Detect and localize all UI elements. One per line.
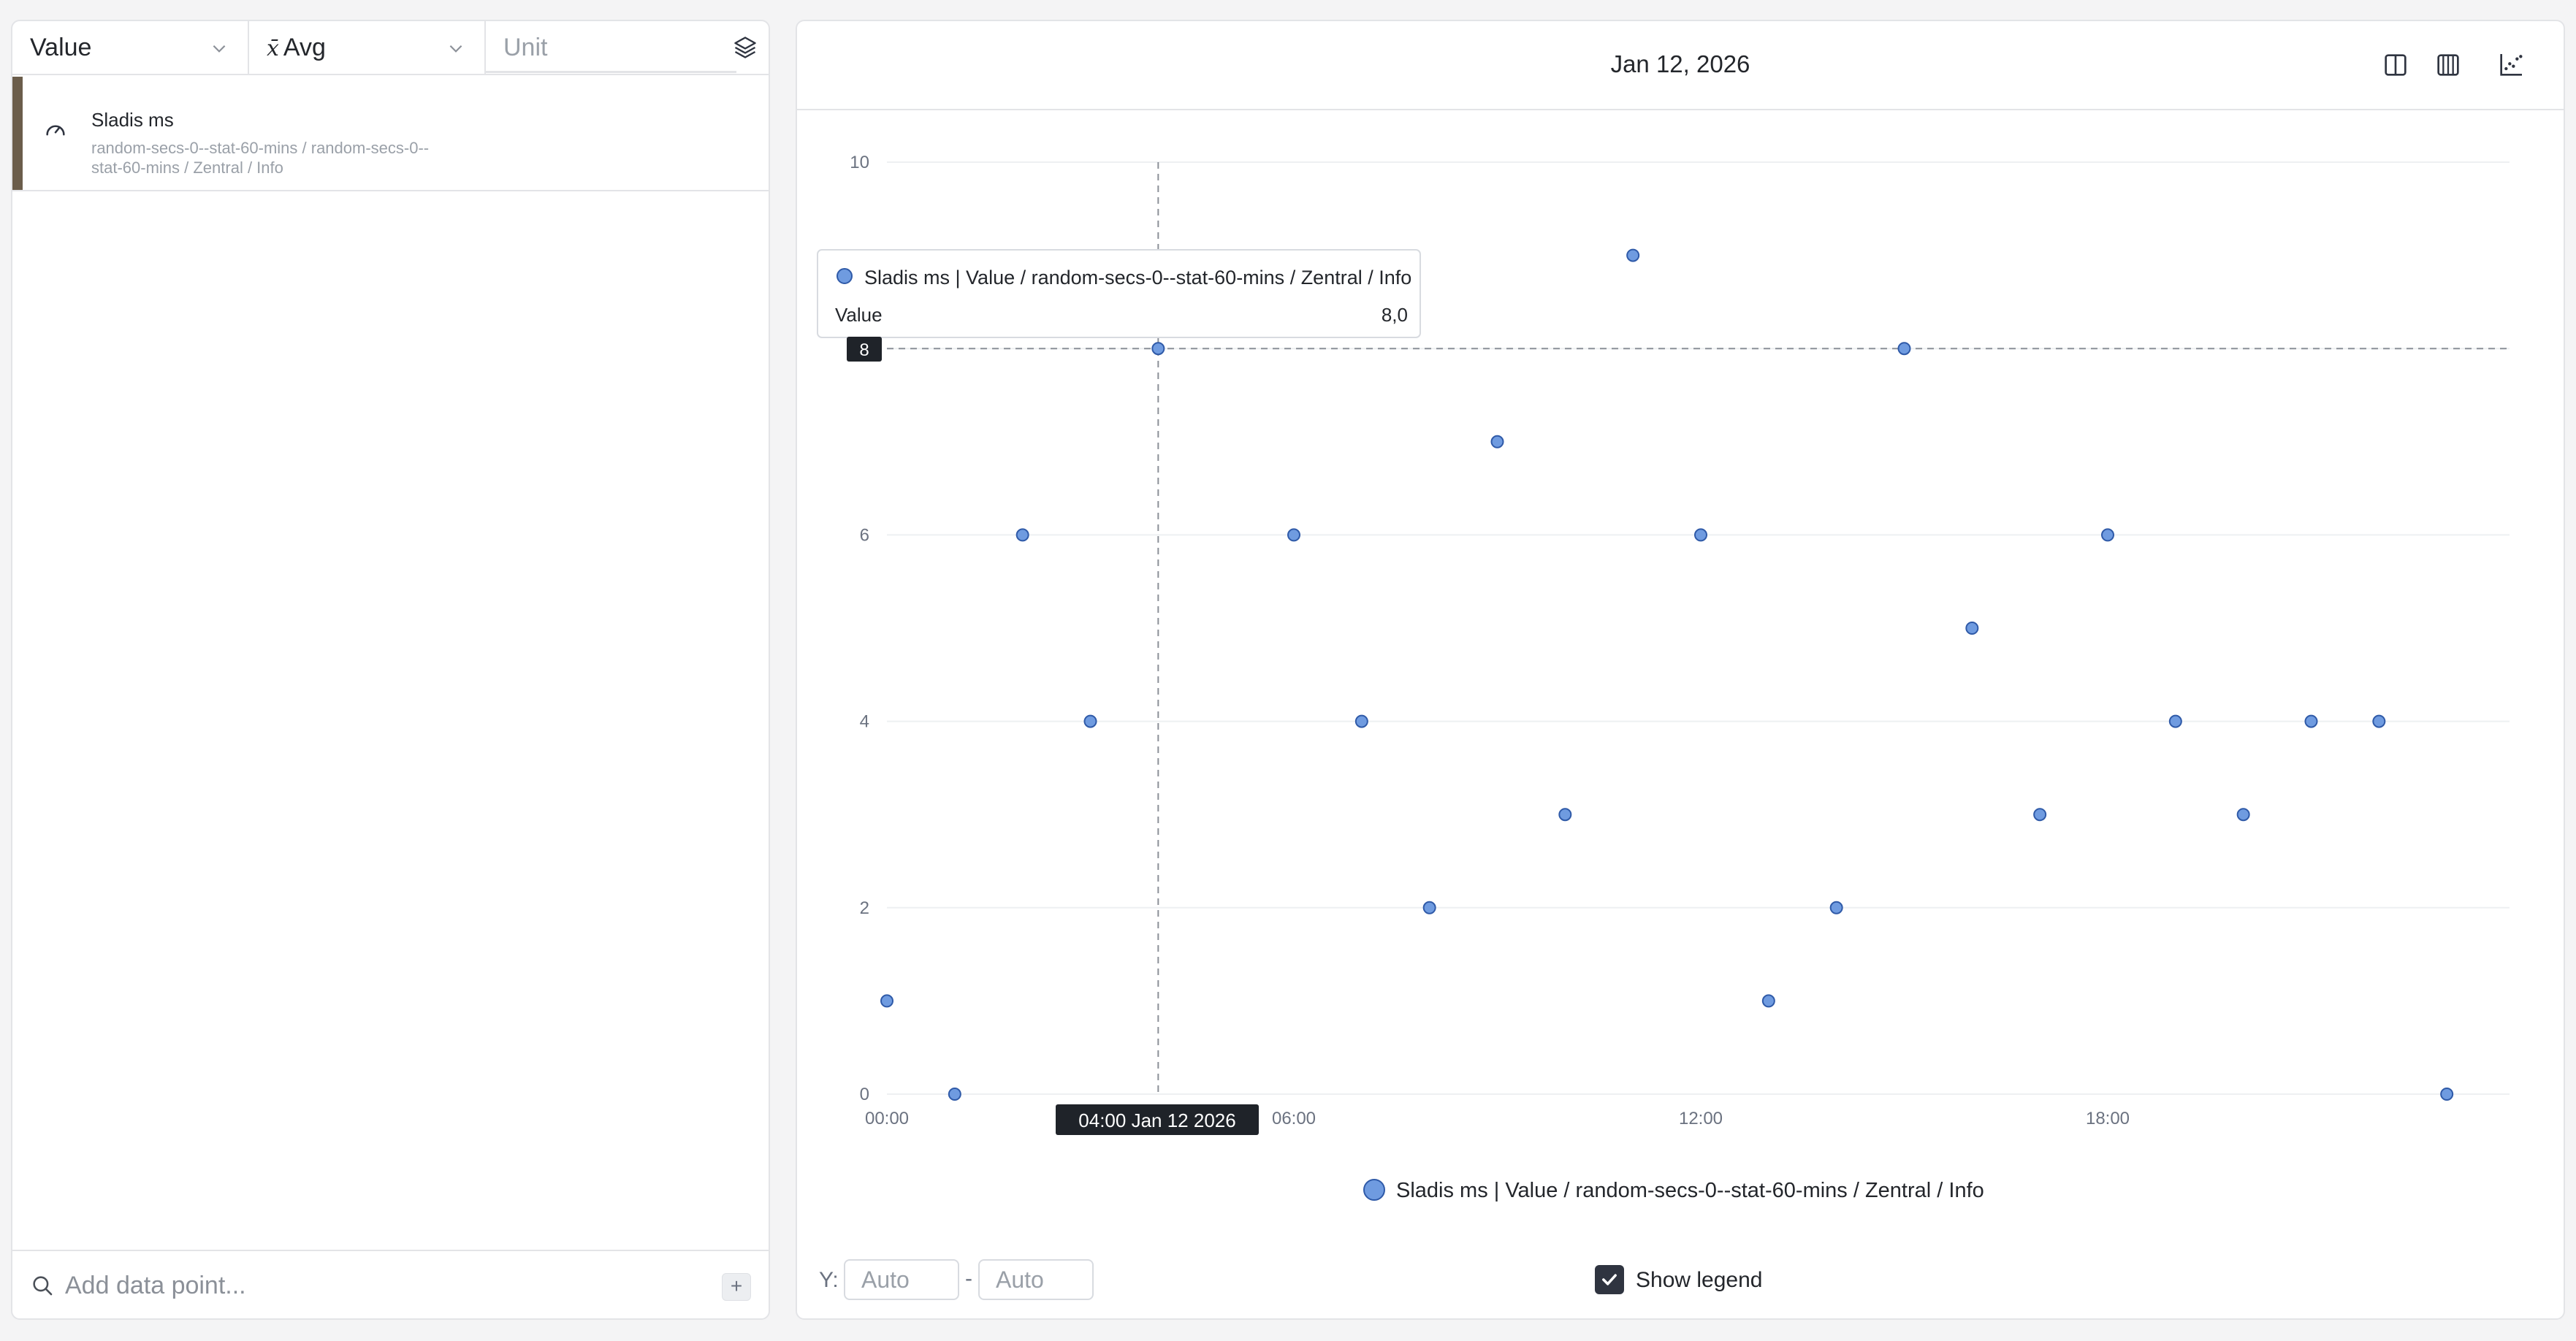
add-data-point-button[interactable]: +: [722, 1273, 751, 1301]
data-point[interactable]: [2033, 808, 2047, 822]
y-tick-label: 0: [860, 1085, 869, 1104]
y-tick-label: 4: [860, 712, 869, 732]
data-point[interactable]: [1151, 342, 1165, 356]
chart-panel: Jan 12, 2026 024681000:0006:0012:0018:00…: [796, 20, 2565, 1320]
y-tick-label: 2: [860, 898, 869, 918]
legend-series-dot: [1363, 1179, 1385, 1201]
data-point-title: Sladis ms: [91, 109, 174, 131]
x-crosshair-badge: 04:00 Jan 12 2026: [1078, 1109, 1235, 1131]
datapoint-panel: Value x̄ Avg Unit Sladis ms random-secs-0…: [11, 20, 770, 1320]
data-point[interactable]: [1694, 528, 1707, 542]
field-selectors: Value x̄ Avg Unit: [12, 21, 769, 75]
data-point[interactable]: [2440, 1088, 2454, 1101]
tooltip-box: [817, 249, 1421, 338]
x-tick-label: 00:00: [865, 1109, 909, 1128]
average-icon: x̄: [267, 36, 279, 61]
gauge-icon: [46, 125, 65, 136]
y-min-input[interactable]: [844, 1259, 959, 1300]
search-icon: [33, 1276, 53, 1296]
y-tick-label: 6: [860, 525, 869, 545]
chevron-down-icon: [449, 45, 462, 53]
y-crosshair-badge: 8: [859, 340, 869, 360]
aggregation-select[interactable]: x̄ Avg: [249, 21, 486, 74]
add-data-point-bar: +: [12, 1250, 769, 1318]
data-point[interactable]: [1829, 901, 1843, 914]
data-point[interactable]: [1761, 994, 1775, 1008]
checkmark-icon: [1602, 1274, 1617, 1285]
data-point[interactable]: [1490, 435, 1504, 448]
y-range-separator: -: [965, 1266, 972, 1291]
data-point[interactable]: [2372, 714, 2386, 728]
y-max-input[interactable]: [978, 1259, 1094, 1300]
series-color-bar: [12, 77, 23, 190]
unit-input[interactable]: Unit: [486, 21, 736, 74]
data-point[interactable]: [2101, 528, 2114, 542]
layers-icon[interactable]: [732, 34, 758, 61]
add-data-point-input[interactable]: [64, 1267, 648, 1304]
x-tick-label: 18:00: [2086, 1109, 2130, 1128]
aggregation-label: Avg: [283, 34, 326, 61]
data-point[interactable]: [880, 994, 893, 1008]
tooltip-value: 8,0: [1382, 304, 1408, 326]
data-point[interactable]: [1083, 714, 1097, 728]
x-tick-label: 06:00: [1272, 1109, 1316, 1128]
unit-underline: [486, 71, 736, 73]
tooltip-value-label: Value: [835, 304, 883, 326]
y-tick-label: 10: [850, 153, 869, 172]
data-point[interactable]: [2304, 714, 2318, 728]
data-point[interactable]: [1626, 248, 1640, 262]
legend-series-name[interactable]: Sladis ms | Value / random-secs-0--stat-…: [1396, 1179, 1984, 1202]
data-point[interactable]: [2168, 714, 2182, 728]
show-legend-checkbox[interactable]: [1595, 1265, 1624, 1294]
x-tick-label: 12:00: [1679, 1109, 1723, 1128]
y-range-label: Y:: [819, 1268, 839, 1292]
tooltip-series-dot: [837, 268, 853, 284]
data-point[interactable]: [1287, 528, 1300, 542]
data-point[interactable]: [2236, 808, 2250, 822]
data-point[interactable]: [1558, 808, 1572, 822]
show-legend-label: Show legend: [1636, 1268, 1763, 1292]
data-point-item[interactable]: Sladis ms random-secs-0--stat-60-mins / …: [12, 77, 769, 191]
tooltip-series-name: Sladis ms | Value / random-secs-0--stat-…: [864, 267, 1411, 289]
divider: [12, 74, 769, 75]
data-point-path: random-secs-0--stat-60-mins / random-sec…: [91, 139, 430, 177]
data-point[interactable]: [948, 1088, 961, 1101]
data-point[interactable]: [1354, 714, 1368, 728]
value-field-select[interactable]: Value: [12, 21, 249, 74]
scatter-chart[interactable]: 0 2 4 6 8 10 00:00 06:00 12:00 18:00 Sladis ms | …: [797, 21, 2565, 1320]
data-point[interactable]: [1965, 622, 1979, 635]
chevron-down-icon: [213, 45, 226, 53]
data-point[interactable]: [1015, 528, 1029, 542]
data-point[interactable]: [1897, 342, 1911, 356]
unit-placeholder: Unit: [503, 34, 548, 61]
data-point[interactable]: [1422, 901, 1436, 914]
value-field-label: Value: [30, 34, 92, 61]
